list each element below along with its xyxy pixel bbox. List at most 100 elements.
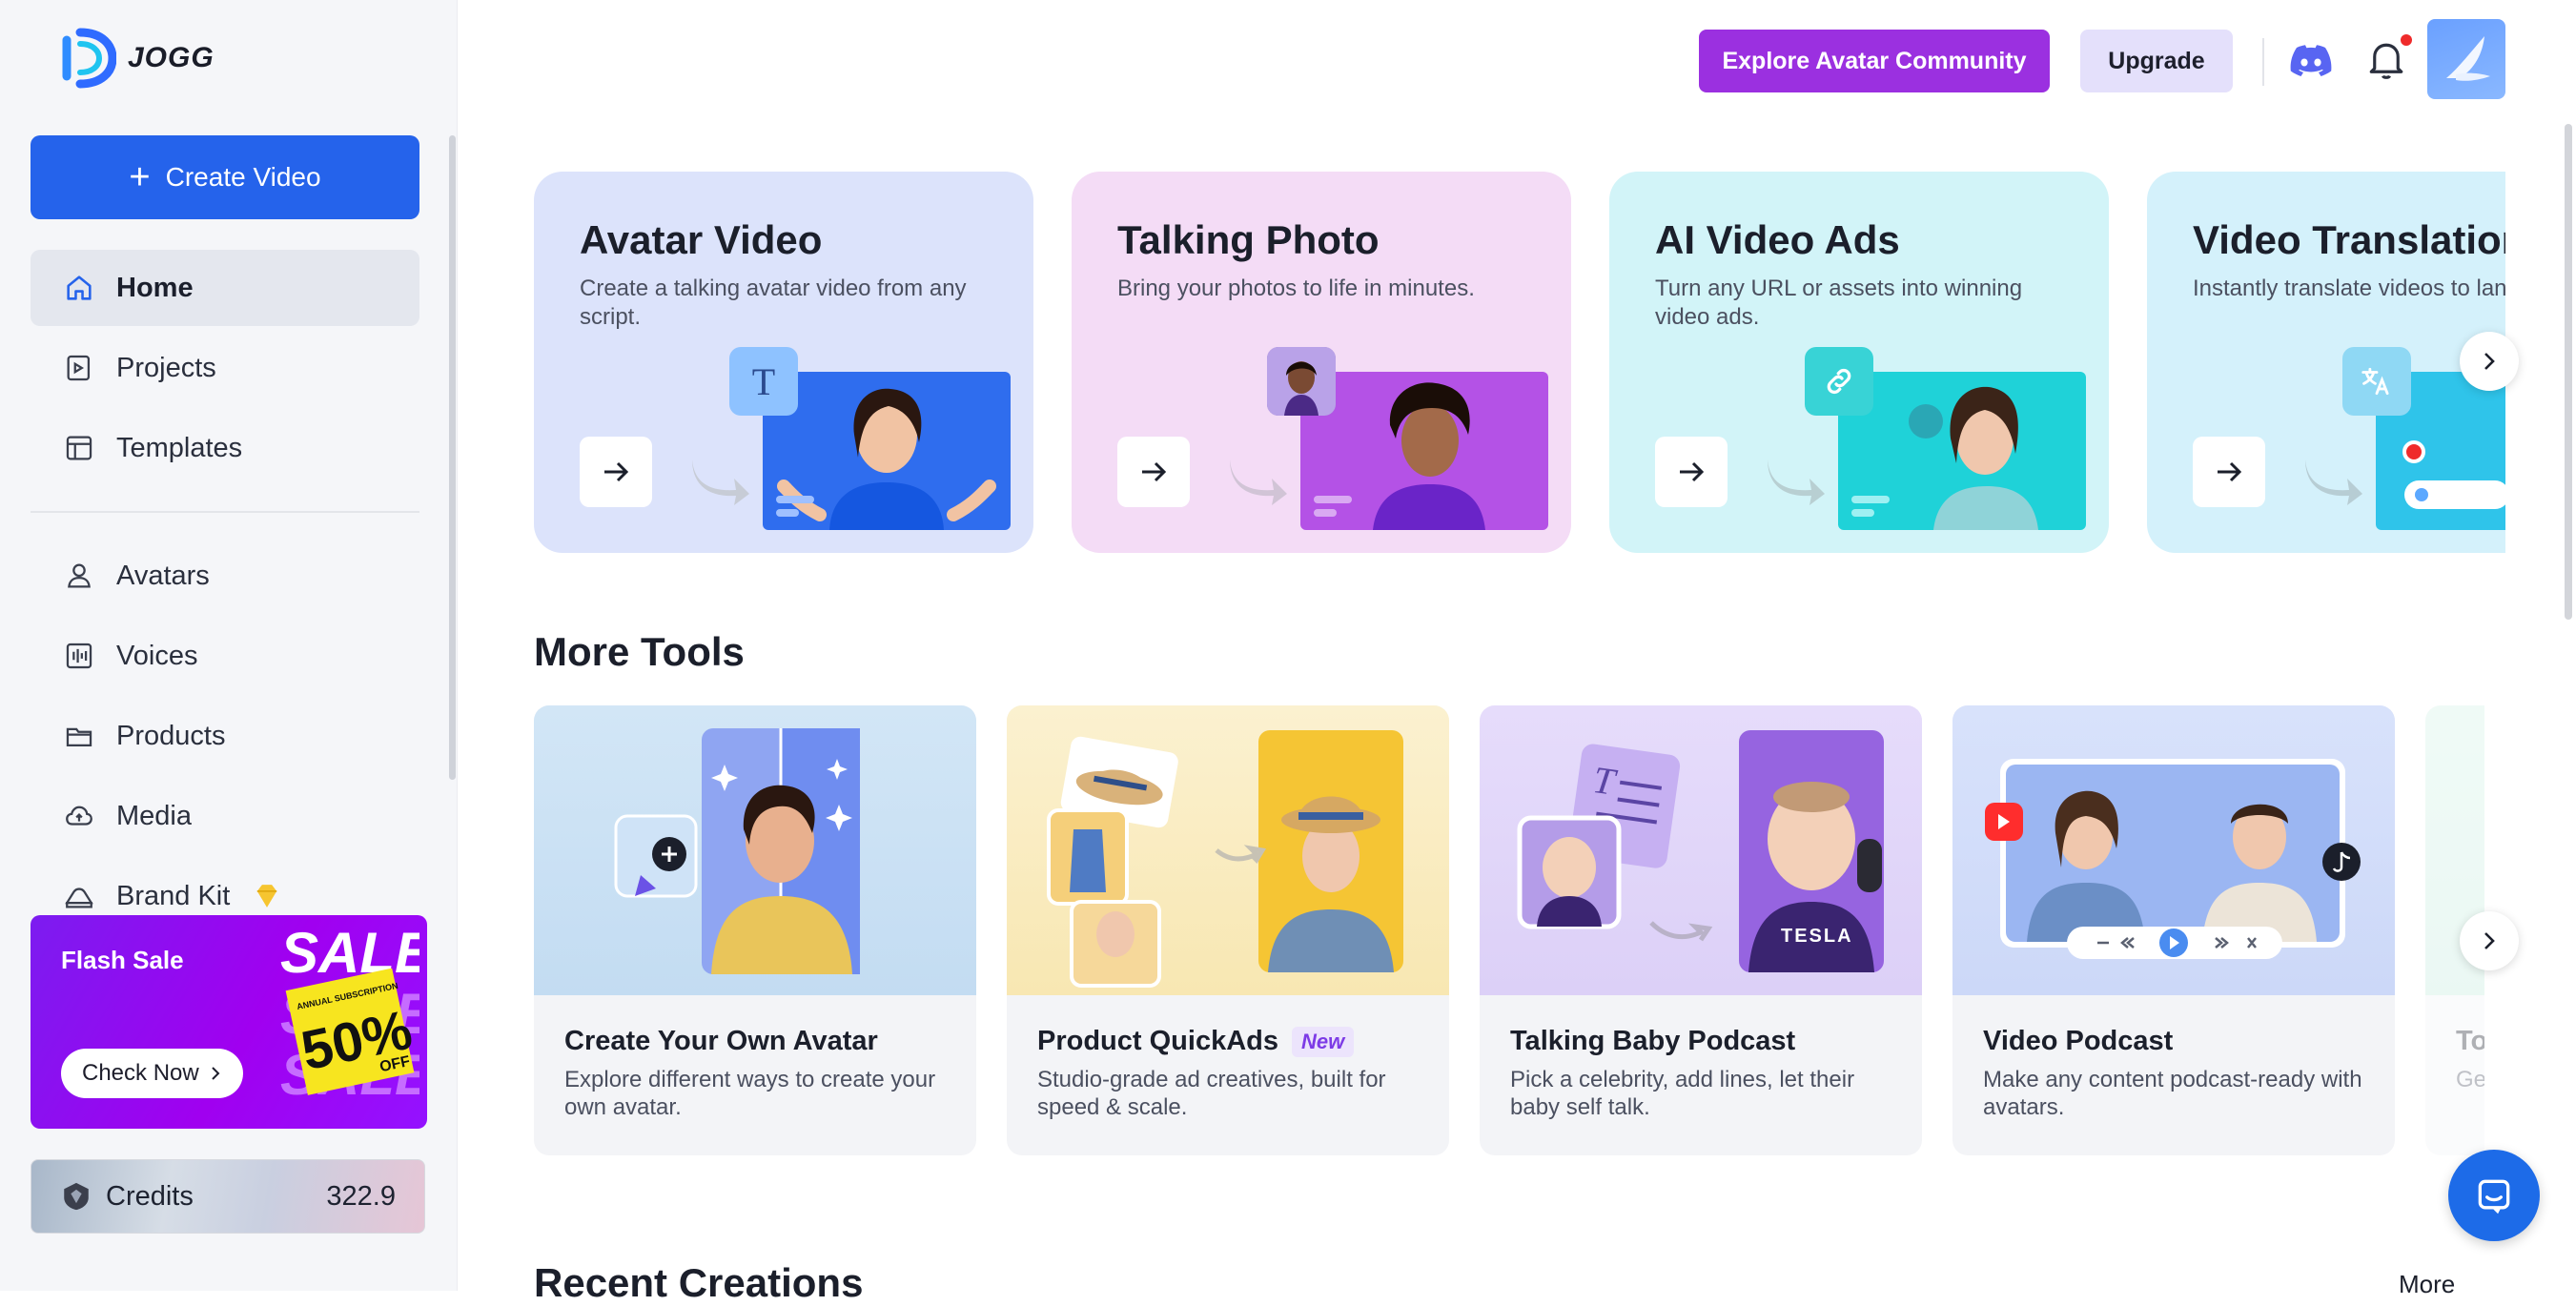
arrow-right-icon: [1142, 461, 1167, 482]
man-smiling-illustration: [1314, 382, 1485, 530]
sidebar-scrollbar[interactable]: [449, 135, 456, 780]
translate-icon: [2361, 367, 2389, 396]
product-ads-illustration: [1047, 730, 1403, 988]
recent-creations-title: Recent Creations: [534, 1260, 864, 1305]
small-portrait-illustration: [1267, 347, 1336, 416]
feature-carousel-next-button[interactable]: [2460, 332, 2519, 391]
avatar-clone-illustration: [614, 728, 860, 974]
tool-card-product-quickads[interactable]: Product QuickAds New Studio-grade ad crea…: [1007, 705, 1449, 1155]
video-podcast-illustration: [1985, 759, 2361, 959]
chevron-right-icon: [2484, 932, 2495, 949]
text-t-chip: T: [729, 347, 798, 416]
flash-sale-banner[interactable]: Flash Sale Check Now SALE SALE SALE ANNU…: [31, 915, 427, 1129]
feature-title: AI Video Ads: [1655, 217, 1900, 262]
more-tools-row: Create Your Own Avatar Explore different…: [534, 705, 2484, 1155]
sidebar-item-voices[interactable]: Voices: [31, 618, 419, 694]
talking-photo-hero-image: [1300, 372, 1548, 530]
feature-desc: Instantly translate videos to languages.: [2193, 275, 2505, 301]
tool-card-video-podcast[interactable]: Video Podcast Make any content podcast-r…: [1952, 705, 2395, 1155]
credits-gem-icon: [64, 1182, 89, 1211]
discord-icon[interactable]: [2290, 42, 2332, 80]
upgrade-button[interactable]: Upgrade: [2080, 30, 2233, 92]
sidebar-nav: Home Projects Templates Avatars Voices P…: [31, 250, 419, 938]
notification-bell-icon[interactable]: [2366, 38, 2406, 82]
user-avatar[interactable]: [2427, 19, 2505, 99]
sidebar-item-templates[interactable]: Templates: [31, 410, 419, 486]
feature-go-button[interactable]: [1655, 437, 1728, 507]
baby-podcast-illustration: TESLA T: [1517, 730, 1884, 972]
sidebar-item-media[interactable]: Media: [31, 778, 419, 854]
tool-title: Talking Baby Podcast: [1510, 1026, 1796, 1056]
tool-title: Video Podcast: [1983, 1026, 2174, 1056]
feature-title: Avatar Video: [580, 217, 823, 262]
create-video-button[interactable]: + Create Video: [31, 135, 419, 219]
create-avatar-image: [534, 705, 976, 995]
support-chat-button[interactable]: [2448, 1150, 2540, 1241]
tool-title: To: [2456, 1026, 2484, 1056]
tool-desc: Make any content podcast-ready with avat…: [1983, 1067, 2362, 1120]
swoosh-arrow-icon: [2305, 459, 2362, 505]
feature-card-video-translation[interactable]: Video Translation Instantly translate vi…: [2147, 172, 2505, 553]
more-tools-title: More Tools: [534, 629, 745, 674]
recent-more-link[interactable]: More: [2399, 1270, 2455, 1299]
sidebar-item-label: Media: [116, 800, 192, 831]
topbar-divider: [2262, 38, 2264, 86]
swoosh-arrow-icon: [1230, 459, 1287, 505]
video-podcast-image: [1952, 705, 2395, 995]
check-now-button[interactable]: Check Now: [61, 1049, 243, 1098]
sidebar-item-label: Brand Kit: [116, 880, 231, 911]
notification-dot: [2401, 34, 2412, 46]
svg-text:SALE: SALE: [280, 921, 419, 985]
translate-chip: [2342, 347, 2411, 416]
swoosh-arrow-icon: [1768, 459, 1825, 505]
arrow-right-icon: [2218, 461, 2242, 482]
sidebar-item-products[interactable]: Products: [31, 698, 419, 774]
sidebar-item-label: Products: [116, 720, 226, 751]
feature-title: Talking Photo: [1117, 217, 1380, 262]
tool-desc: Ge: [2456, 1067, 2484, 1092]
sidebar-item-projects[interactable]: Projects: [31, 330, 419, 406]
avatar-bird-icon: [2446, 36, 2490, 81]
feature-card-ai-video-ads[interactable]: AI Video Ads Turn any URL or assets into…: [1609, 172, 2109, 553]
product-quickads-image: [1007, 705, 1449, 995]
tools-carousel-next-button[interactable]: [2460, 911, 2519, 970]
feature-desc: Bring your photos to life in minutes.: [1117, 275, 1475, 301]
feature-desc: Turn any URL or assets into winning vide…: [1655, 275, 2023, 330]
link-chip: [1805, 347, 1873, 416]
arrow-right-icon: [604, 461, 629, 482]
svg-text:TESLA: TESLA: [1781, 926, 1853, 947]
feature-go-button[interactable]: [580, 437, 652, 507]
sidebar-item-avatars[interactable]: Avatars: [31, 538, 419, 614]
sidebar-item-label: Home: [116, 272, 194, 303]
swoosh-arrow-icon: [692, 459, 749, 505]
tool-card-talking-baby-podcast[interactable]: TESLA T Talking Baby Podcast Pick a cele…: [1480, 705, 1922, 1155]
chat-icon: [2478, 1179, 2510, 1214]
credits-label: Credits: [106, 1180, 194, 1212]
link-icon: [1827, 368, 1851, 395]
main-scrollbar[interactable]: [2565, 124, 2572, 620]
feature-go-button[interactable]: [2193, 437, 2265, 507]
feature-card-avatar-video[interactable]: Avatar Video Create a talking avatar vid…: [534, 172, 1033, 553]
avatar-video-hero-image: [763, 372, 1011, 530]
voice-wave-icon: [66, 643, 92, 669]
templates-icon: [66, 436, 92, 460]
tool-card-create-avatar[interactable]: Create Your Own Avatar Explore different…: [534, 705, 976, 1155]
home-icon: [67, 275, 92, 300]
woman-presenter-illustration: [776, 388, 996, 530]
plus-icon: +: [129, 157, 151, 197]
brand-logo[interactable]: JOGG: [61, 27, 215, 90]
jogg-logo-icon: [62, 28, 116, 89]
explore-avatar-community-button[interactable]: Explore Avatar Community: [1699, 30, 2050, 92]
text-t-icon: T: [751, 359, 776, 403]
feature-desc: Create a talking avatar video from any s…: [580, 275, 967, 330]
sidebar: JOGG + Create Video Home Projects Templa…: [0, 0, 458, 1291]
sidebar-item-label: Templates: [116, 432, 243, 463]
credits-panel[interactable]: Credits 322.9: [31, 1159, 425, 1234]
talking-baby-podcast-image: TESLA T: [1480, 705, 1922, 995]
tool-desc: Pick a celebrity, add lines, let their b…: [1510, 1067, 1855, 1120]
sidebar-item-home[interactable]: Home: [31, 250, 419, 326]
tool-title: Product QuickAds New: [1037, 1026, 1355, 1057]
sidebar-item-label: Projects: [116, 352, 216, 383]
feature-card-talking-photo[interactable]: Talking Photo Bring your photos to life …: [1072, 172, 1571, 553]
feature-go-button[interactable]: [1117, 437, 1190, 507]
